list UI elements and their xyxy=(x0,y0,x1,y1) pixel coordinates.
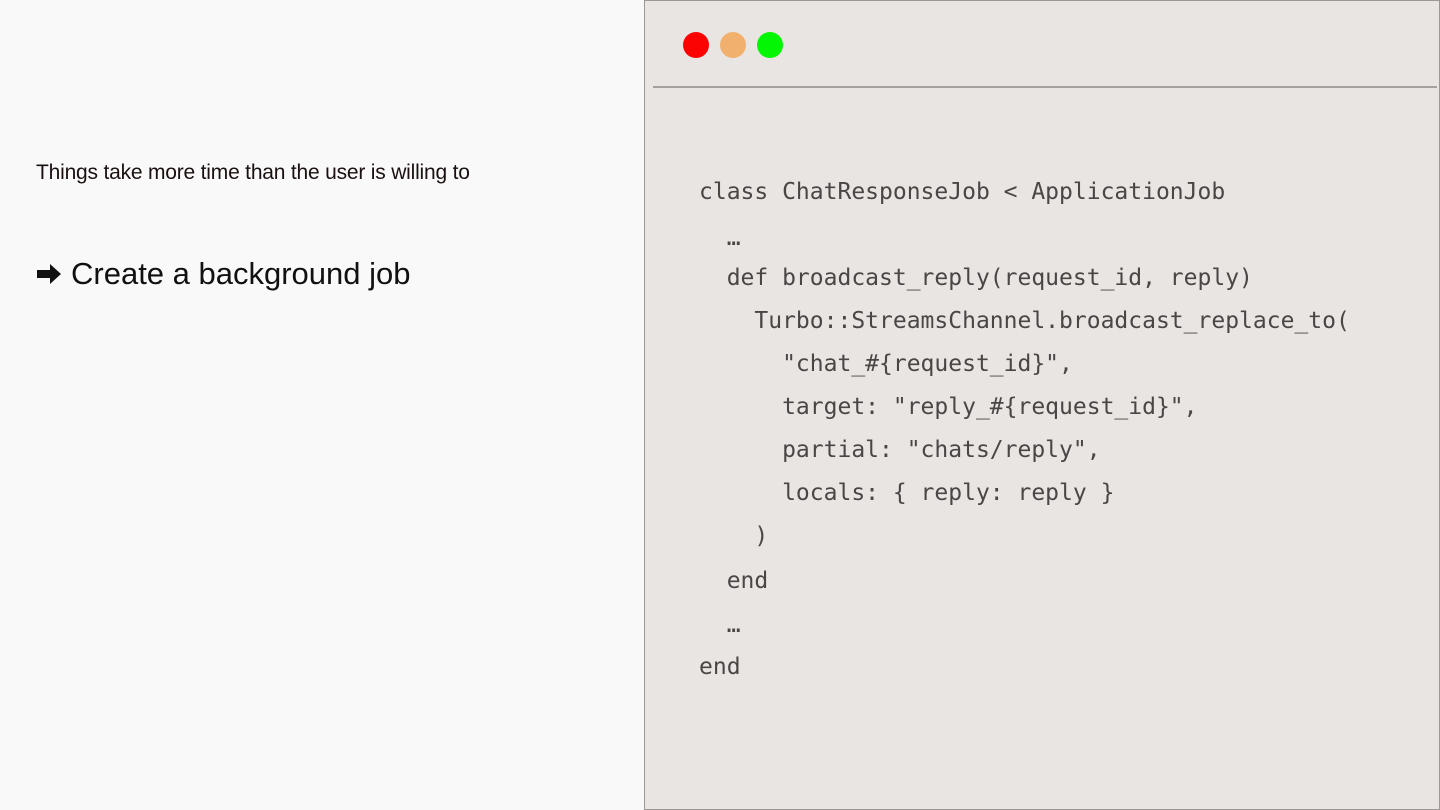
code-line: def broadcast_reply(request_id, reply) xyxy=(699,265,1253,291)
code-window: class ChatResponseJob < ApplicationJob …… xyxy=(644,0,1440,810)
window-titlebar xyxy=(653,1,1437,88)
close-window-button[interactable] xyxy=(683,32,709,58)
maximize-window-button[interactable] xyxy=(757,32,783,58)
code-line: end xyxy=(699,654,741,680)
code-line: end xyxy=(699,568,769,594)
code-line: partial: "chats/reply", xyxy=(699,437,1101,463)
slide-subtitle: Things take more time than the user is w… xyxy=(36,161,470,184)
code-line: ) xyxy=(699,523,769,549)
code-line: target: "reply_#{request_id}", xyxy=(699,394,1198,420)
code-line: "chat_#{request_id}", xyxy=(699,351,1073,377)
code-line: Turbo::StreamsChannel.broadcast_replace_… xyxy=(699,308,1350,334)
minimize-window-button[interactable] xyxy=(720,32,746,58)
bullet-point: Create a background job xyxy=(36,255,411,293)
bullet-text: Create a background job xyxy=(71,256,411,291)
slide-text-panel: Things take more time than the user is w… xyxy=(0,0,644,810)
code-line: class ChatResponseJob < ApplicationJob xyxy=(699,179,1226,205)
code-line: … xyxy=(699,612,741,638)
code-line: … xyxy=(699,225,741,251)
right-arrow-icon xyxy=(37,264,61,284)
code-line: locals: { reply: reply } xyxy=(699,480,1115,506)
